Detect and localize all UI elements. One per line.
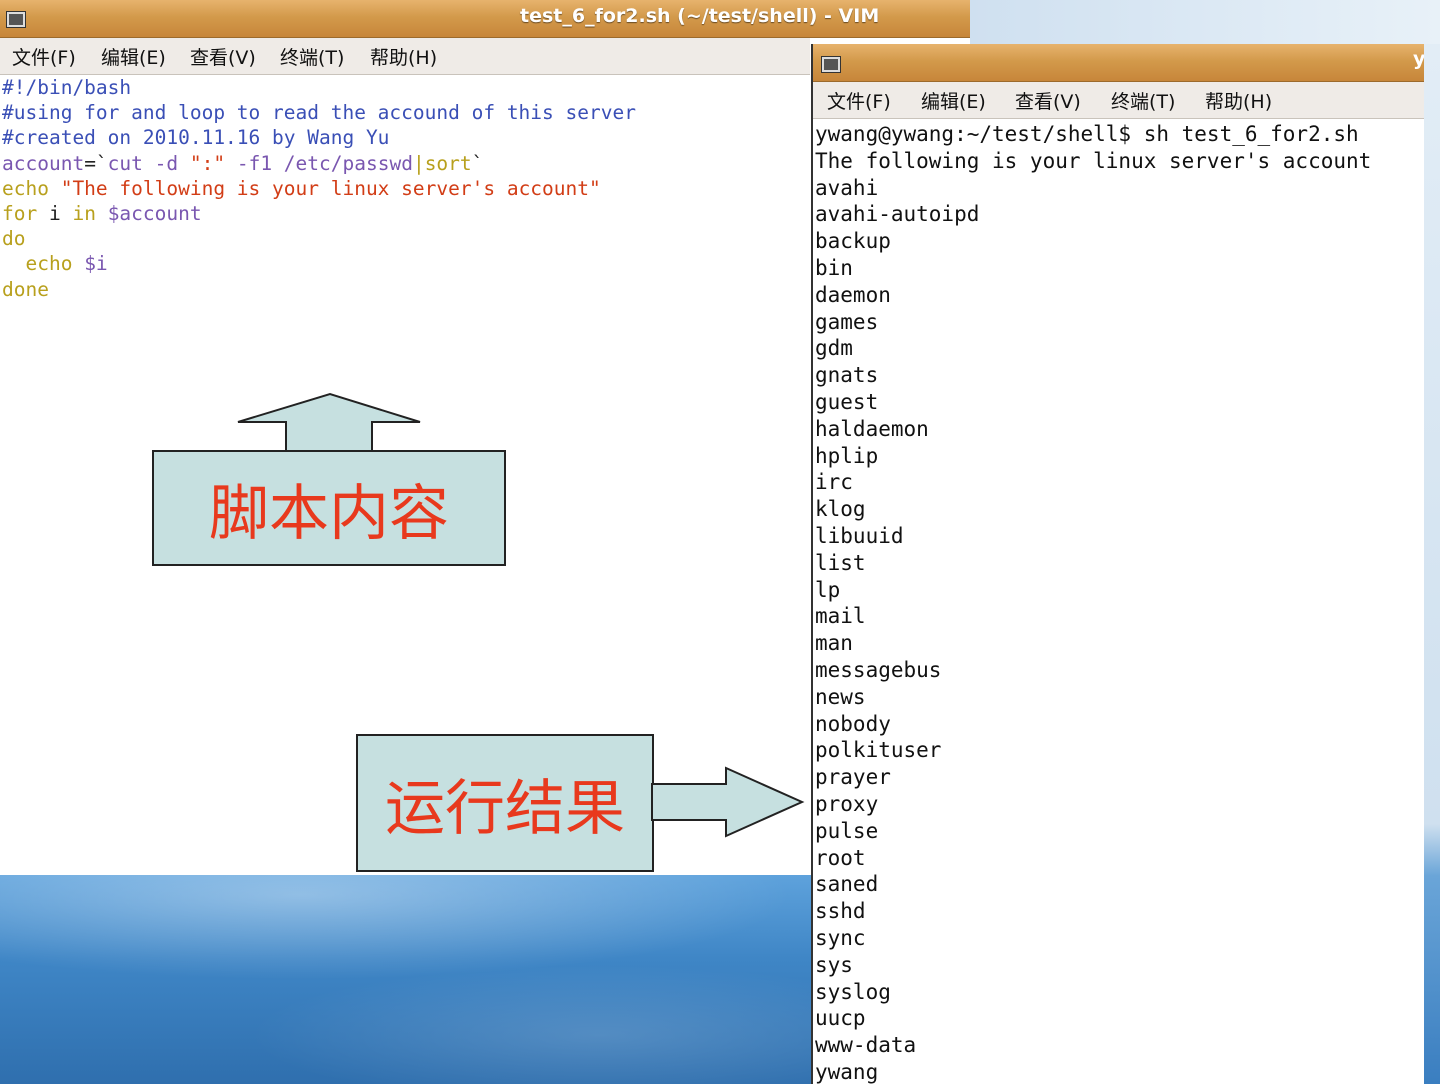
terminal-window[interactable]: y 文件(F) 编辑(E) 查看(V) 终端(T) 帮助(H) ywang@yw… <box>811 44 1424 1084</box>
vim-menubar: 文件(F) 编辑(E) 查看(V) 终端(T) 帮助(H) <box>0 38 810 75</box>
menu-terminal[interactable]: 终端(T) <box>1111 87 1175 114</box>
terminal-line: syslog <box>815 979 891 1004</box>
terminal-line: list <box>815 550 866 575</box>
code-line: #created on 2010.11.16 by Wang Yu <box>2 126 390 150</box>
terminal-line: gnats <box>815 363 879 388</box>
desktop-background-top <box>970 0 1440 44</box>
code-token: for <box>2 202 38 226</box>
terminal-line: ywang <box>815 1059 879 1084</box>
code-line: done <box>2 277 49 301</box>
right-arrow-icon <box>651 766 805 838</box>
terminal-line: polkituser <box>815 738 942 763</box>
terminal-line: hplip <box>815 443 879 468</box>
run-result-callout: 运行结果 <box>356 734 654 872</box>
code-token: -f1 /etc/passwd <box>225 151 413 175</box>
code-line: #!/bin/bash <box>2 76 132 99</box>
code-token: cut -d <box>107 151 190 175</box>
terminal-line: ywang@ywang:~/test/shell$ sh test_6_for2… <box>815 122 1359 146</box>
vim-editor-buffer[interactable]: #!/bin/bash #using for and loop to read … <box>2 75 636 302</box>
terminal-line: prayer <box>815 765 891 790</box>
code-token: ` <box>471 151 484 175</box>
terminal-line: bin <box>815 255 853 280</box>
code-token: echo <box>2 252 73 276</box>
vim-window-title: test_6_for2.sh (~/test/shell) - VIM <box>520 5 880 27</box>
terminal-line: avahi <box>815 175 879 200</box>
code-token: =` <box>84 151 108 175</box>
terminal-line: uucp <box>815 1006 866 1031</box>
terminal-line: proxy <box>815 791 879 816</box>
code-token: account <box>2 151 85 175</box>
terminal-line: backup <box>815 229 891 254</box>
terminal-menubar: 文件(F) 编辑(E) 查看(V) 终端(T) 帮助(H) <box>813 82 1424 119</box>
menu-edit[interactable]: 编辑(E) <box>921 87 986 114</box>
terminal-line: nobody <box>815 711 891 736</box>
terminal-line: news <box>815 684 866 709</box>
terminal-line: haldaemon <box>815 416 929 441</box>
script-content-callout: 脚本内容 <box>152 450 506 566</box>
up-arrow-icon <box>237 392 421 453</box>
menu-file[interactable]: 文件(F) <box>827 87 891 114</box>
code-token: sort <box>424 151 472 175</box>
terminal-line: saned <box>815 872 879 897</box>
terminal-line: messagebus <box>815 657 942 682</box>
terminal-output[interactable]: ywang@ywang:~/test/shell$ sh test_6_for2… <box>815 121 1371 1086</box>
terminal-titlebar[interactable]: y <box>813 44 1424 82</box>
terminal-line: guest <box>815 389 879 414</box>
terminal-line: mail <box>815 604 866 629</box>
code-token: $i <box>72 252 108 276</box>
terminal-line: daemon <box>815 282 891 307</box>
menu-file[interactable]: 文件(F) <box>12 43 76 70</box>
menu-terminal[interactable]: 终端(T) <box>280 43 344 70</box>
terminal-line: sys <box>815 952 853 977</box>
terminal-window-icon[interactable] <box>821 56 841 73</box>
menu-help[interactable]: 帮助(H) <box>370 43 437 70</box>
terminal-line: klog <box>815 497 866 522</box>
terminal-line: pulse <box>815 818 879 843</box>
code-token: "The following is your linux server's ac… <box>60 176 601 200</box>
code-token: ":" <box>189 151 226 175</box>
terminal-line: games <box>815 309 879 334</box>
terminal-line: man <box>815 631 853 656</box>
code-token: | <box>412 151 425 175</box>
menu-edit[interactable]: 编辑(E) <box>101 43 166 70</box>
terminal-line: root <box>815 845 866 870</box>
menu-help[interactable]: 帮助(H) <box>1205 87 1272 114</box>
code-token: i <box>37 202 73 226</box>
terminal-window-title: y <box>1413 48 1424 70</box>
terminal-line: avahi-autoipd <box>815 202 980 227</box>
vim-titlebar[interactable]: test_6_for2.sh (~/test/shell) - VIM <box>0 0 970 38</box>
terminal-line: sync <box>815 925 866 950</box>
terminal-line: sshd <box>815 899 866 924</box>
terminal-line: gdm <box>815 336 853 361</box>
code-line: do <box>2 227 26 251</box>
desktop-background-right <box>1422 44 1440 1084</box>
menu-view[interactable]: 查看(V) <box>190 43 256 70</box>
menu-view[interactable]: 查看(V) <box>1015 87 1081 114</box>
terminal-line: The following is your linux server's acc… <box>815 148 1372 173</box>
terminal-line: libuuid <box>815 523 904 548</box>
code-token: $account <box>95 202 202 226</box>
code-line: #using for and loop to read the accound … <box>2 101 636 125</box>
code-token: in <box>72 202 96 226</box>
terminal-line: www-data <box>815 1033 917 1058</box>
code-token: echo <box>2 176 61 200</box>
terminal-window-icon[interactable] <box>6 11 26 28</box>
terminal-line: irc <box>815 470 853 495</box>
terminal-line: lp <box>815 577 841 602</box>
